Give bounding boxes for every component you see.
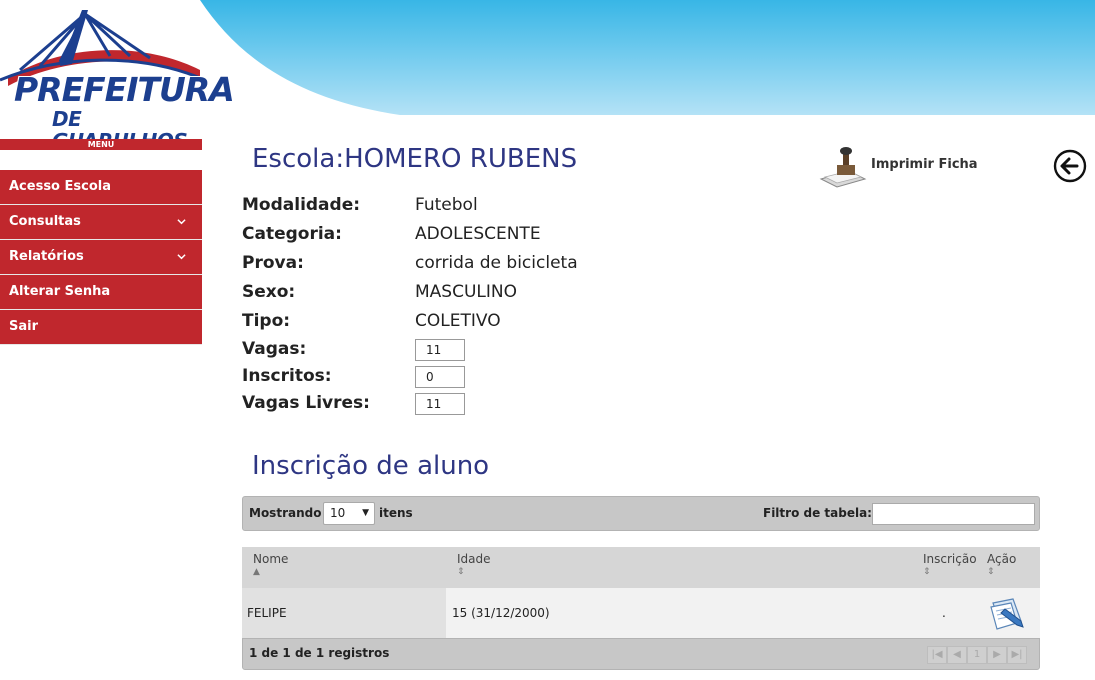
cell-inscricao: . xyxy=(942,606,946,620)
section-title: Inscrição de aluno xyxy=(252,451,490,481)
vagas-field: 11 xyxy=(415,339,465,361)
logo-text-line1: PREFEITURA xyxy=(14,70,235,109)
categoria-value: ADOLESCENTE xyxy=(415,224,541,244)
pagination: |◀ ◀ 1 ▶ ▶| xyxy=(927,646,1027,664)
column-label: Ação xyxy=(987,552,1017,566)
items-label: itens xyxy=(379,506,413,520)
dropdown-arrow-icon: ▼ xyxy=(362,508,369,518)
menu-label: MENU xyxy=(0,139,202,150)
tipo-value: COLETIVO xyxy=(415,311,501,331)
page-title: Escola:HOMERO RUBENS xyxy=(252,144,578,174)
chevron-down-icon xyxy=(177,254,186,260)
filter-input[interactable] xyxy=(872,503,1035,525)
sort-asc-icon: ▲ xyxy=(253,567,260,577)
sidebar-item-label: Relatórios xyxy=(9,249,84,264)
table-header: Nome ▲ Idade ⇕ Inscrição ⇕ Ação ⇕ xyxy=(242,547,1040,588)
column-label: Inscrição xyxy=(923,552,977,566)
modalidade-label: Modalidade: xyxy=(242,195,361,215)
sort-icon: ⇕ xyxy=(923,567,931,577)
table-row: FELIPE 15 (31/12/2000) . xyxy=(242,588,1040,638)
tipo-label: Tipo: xyxy=(242,311,291,331)
prev-page-icon[interactable]: ◀ xyxy=(947,646,967,664)
sort-icon: ⇕ xyxy=(987,567,995,577)
sidebar-item-label: Sair xyxy=(9,319,39,334)
sexo-value: MASCULINO xyxy=(415,282,517,302)
sidebar-item-acesso-escola[interactable]: Acesso Escola xyxy=(0,170,202,205)
sidebar-item-label: Acesso Escola xyxy=(9,179,112,194)
sexo-label: Sexo: xyxy=(242,282,296,302)
vagas-livres-label: Vagas Livres: xyxy=(242,393,370,413)
sidebar-menu: Acesso Escola Consultas Relatórios Alter… xyxy=(0,170,202,345)
column-header-inscricao[interactable]: Inscrição ⇕ xyxy=(923,552,977,577)
vagas-label: Vagas: xyxy=(242,339,307,359)
print-button[interactable]: Imprimir Ficha xyxy=(871,157,978,172)
prova-label: Prova: xyxy=(242,253,304,273)
back-arrow-icon[interactable] xyxy=(1053,149,1087,183)
edit-document-icon[interactable] xyxy=(987,595,1027,631)
next-page-icon[interactable]: ▶ xyxy=(987,646,1007,664)
prova-value: corrida de bicicleta xyxy=(415,253,578,273)
column-header-idade[interactable]: Idade ⇕ xyxy=(457,552,491,577)
cell-nome: FELIPE xyxy=(242,588,446,638)
column-label: Idade xyxy=(457,552,491,566)
sort-icon: ⇕ xyxy=(457,567,465,577)
first-page-icon[interactable]: |◀ xyxy=(927,646,947,664)
sidebar-item-label: Alterar Senha xyxy=(9,284,111,299)
last-page-icon[interactable]: ▶| xyxy=(1007,646,1027,664)
sidebar-item-sair[interactable]: Sair xyxy=(0,310,202,345)
categoria-label: Categoria: xyxy=(242,224,342,244)
page-number[interactable]: 1 xyxy=(967,646,987,664)
filter-label: Filtro de tabela: xyxy=(763,506,872,520)
inscritos-label: Inscritos: xyxy=(242,366,332,386)
column-header-nome[interactable]: Nome ▲ xyxy=(253,552,288,577)
column-header-acao[interactable]: Ação ⇕ xyxy=(987,552,1016,577)
records-info: 1 de 1 de 1 registros xyxy=(249,646,390,660)
chevron-down-icon xyxy=(177,219,186,225)
cell-idade: 15 (31/12/2000) xyxy=(452,606,550,620)
vagas-livres-field: 11 xyxy=(415,393,465,415)
inscritos-field: 0 xyxy=(415,366,465,388)
sidebar-item-consultas[interactable]: Consultas xyxy=(0,205,202,240)
column-label: Nome xyxy=(253,552,289,566)
stamp-print-icon[interactable] xyxy=(819,143,867,189)
modalidade-value: Futebol xyxy=(415,195,478,215)
sidebar-item-label: Consultas xyxy=(9,214,81,229)
sidebar-item-alterar-senha[interactable]: Alterar Senha xyxy=(0,275,202,310)
prefeitura-logo[interactable]: PREFEITURA DE GUARULHOS xyxy=(0,0,235,152)
table-footer: 1 de 1 de 1 registros |◀ ◀ 1 ▶ ▶| xyxy=(242,638,1040,670)
sidebar-item-relatorios[interactable]: Relatórios xyxy=(0,240,202,275)
table-toolbar: Mostrando 10 ▼ itens Filtro de tabela: xyxy=(242,496,1040,531)
page-size-select[interactable]: 10 ▼ xyxy=(323,502,375,525)
show-label: Mostrando xyxy=(249,506,322,520)
page-size-value: 10 xyxy=(330,506,346,520)
